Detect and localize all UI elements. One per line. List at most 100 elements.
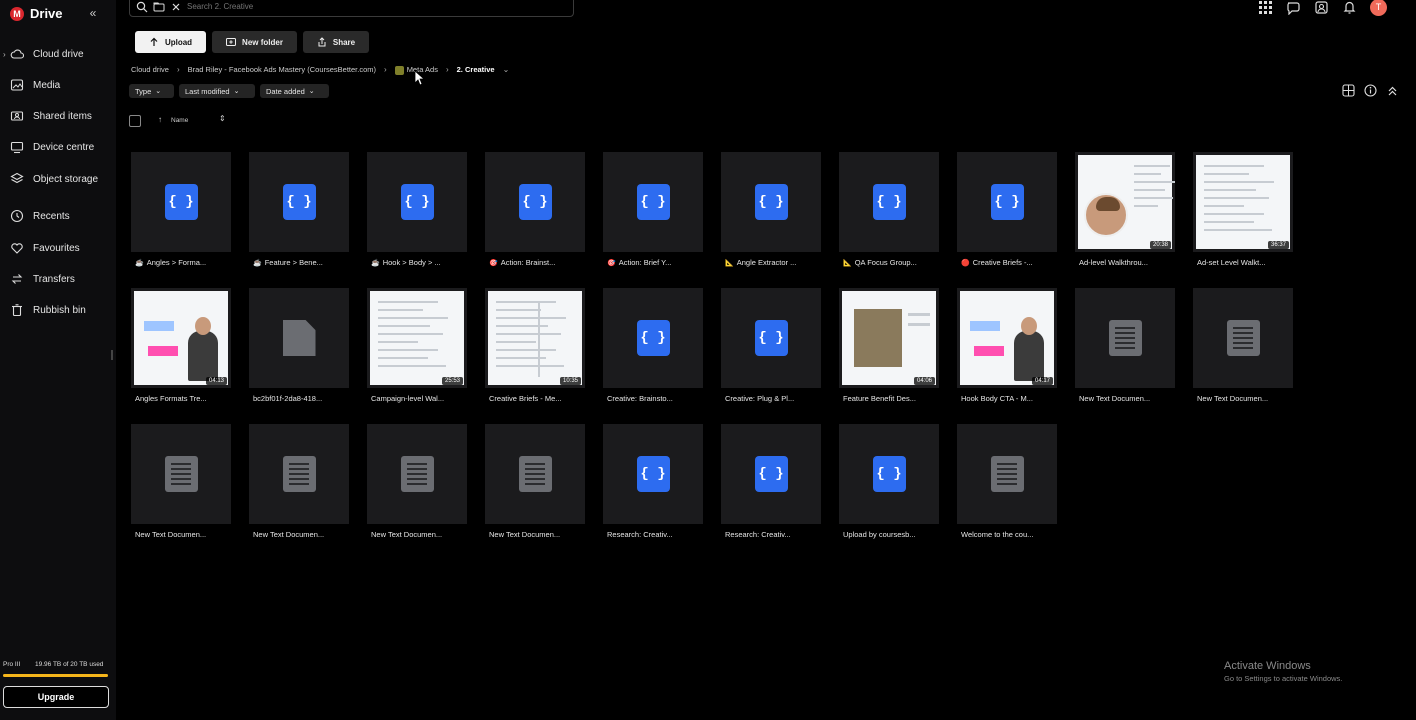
sidebar-item-shared-items[interactable]: Shared items [0,105,116,127]
file-thumbnail[interactable]: 10:35 [485,288,585,388]
file-thumbnail[interactable]: { } [603,424,703,524]
file-thumbnail[interactable]: { } [839,152,939,252]
collapse-sidebar-button[interactable]: « [86,6,100,20]
breadcrumb-cloud-drive[interactable]: Cloud drive [131,65,169,74]
file-thumbnail[interactable]: { } [249,152,349,252]
file-thumbnail[interactable] [131,424,231,524]
sidebar-resize-handle[interactable] [111,350,113,360]
file-thumbnail[interactable] [485,424,585,524]
file-tile[interactable]: { } ☕ Hook > Body > ... [367,152,467,267]
file-tile[interactable]: { } ☕ Angles > Forma... [131,152,231,267]
file-tile[interactable]: New Text Documen... [485,424,585,539]
file-tile[interactable]: { } 🔴 Creative Briefs -... [957,152,1057,267]
file-thumbnail[interactable]: { } [131,152,231,252]
file-tile[interactable]: 04:06 Feature Benefit Des... [839,288,939,403]
file-tile[interactable]: { } 📐 QA Focus Group... [839,152,939,267]
sidebar-item-object-storage[interactable]: Object storage [0,168,116,190]
share-button[interactable]: Share [303,31,369,53]
file-tile[interactable]: { } Creative: Brainsto... [603,288,703,403]
file-thumbnail[interactable]: { } [367,152,467,252]
name-column-header[interactable]: Name [171,117,188,124]
file-thumbnail[interactable] [957,424,1057,524]
file-tile[interactable]: New Text Documen... [249,424,349,539]
filter-last-modified[interactable]: Last modified ⌄ [179,84,255,98]
file-thumbnail[interactable]: { } [603,288,703,388]
new-folder-button[interactable]: New folder [212,31,297,53]
file-tile[interactable]: 36:37 Ad-set Level Walkt... [1193,152,1293,267]
collapse-up-icon[interactable] [1386,84,1399,97]
file-tile[interactable]: 20:38 Ad-level Walkthrou... [1075,152,1175,267]
sidebar-item-cloud-drive[interactable]: › Cloud drive [0,43,116,65]
file-tile[interactable]: New Text Documen... [367,424,467,539]
file-thumbnail[interactable]: { } [839,424,939,524]
chat-icon[interactable] [1286,0,1301,15]
file-tile[interactable]: { } Upload by coursesb... [839,424,939,539]
file-thumbnail[interactable] [249,288,349,388]
search-bar[interactable] [129,0,574,17]
file-thumbnail[interactable]: 25:53 [367,288,467,388]
info-icon[interactable] [1364,84,1377,97]
app-logo[interactable]: M Drive [10,6,63,21]
upgrade-button[interactable]: Upgrade [3,686,109,708]
apps-grid-icon[interactable] [1258,0,1273,15]
file-tile[interactable]: New Text Documen... [1075,288,1175,403]
file-tile[interactable]: { } 🎯 Action: Brainst... [485,152,585,267]
sidebar-item-transfers[interactable]: Transfers [0,268,116,290]
file-thumbnail[interactable]: { } [485,152,585,252]
file-thumbnail[interactable] [367,424,467,524]
file-tile[interactable]: bc2bf01f-2da8-418... [249,288,349,403]
contacts-icon[interactable] [1314,0,1329,15]
file-tile[interactable]: { } Research: Creativ... [603,424,703,539]
file-tile[interactable]: New Text Documen... [1193,288,1293,403]
file-tile[interactable]: 10:35 Creative Briefs - Me... [485,288,585,403]
upload-button[interactable]: Upload [135,31,206,53]
presenter-person [188,317,218,381]
expand-caret-icon[interactable]: › [3,50,6,59]
file-tile[interactable]: { } ☕ Feature > Bene... [249,152,349,267]
notifications-bell-icon[interactable] [1342,0,1357,15]
file-thumbnail[interactable] [1075,288,1175,388]
user-avatar[interactable]: T [1370,0,1387,16]
breadcrumb-course-folder[interactable]: Brad Riley - Facebook Ads Mastery (Cours… [188,65,376,74]
file-thumbnail[interactable]: 04:17 [957,288,1057,388]
file-tile[interactable]: 25:53 Campaign-level Wal... [367,288,467,403]
sidebar-item-rubbish-bin[interactable]: Rubbish bin [0,299,116,321]
file-tile[interactable]: Welcome to the cou... [957,424,1057,539]
presenter-person [1014,317,1044,381]
sort-ascending-icon[interactable]: ↑ [158,115,162,124]
video-duration: 25:53 [441,377,463,385]
file-tile[interactable]: { } 📐 Angle Extractor ... [721,152,821,267]
breadcrumb-current-folder[interactable]: 2. Creative [457,65,495,74]
file-tile[interactable]: { } Creative: Plug & Pl... [721,288,821,403]
folder-filter-icon[interactable] [153,1,165,13]
file-thumbnail[interactable]: { } [603,152,703,252]
search-icon[interactable] [136,1,148,13]
file-tile[interactable]: 04:13 Angles Formats Tre... [131,288,231,403]
sort-toggle-icon[interactable]: ⇕ [219,114,226,123]
file-thumbnail[interactable]: { } [957,152,1057,252]
select-all-checkbox[interactable] [129,115,141,127]
grid-view-icon[interactable] [1342,84,1355,97]
file-tile[interactable]: New Text Documen... [131,424,231,539]
file-thumbnail[interactable]: { } [721,152,821,252]
file-thumbnail[interactable]: 36:37 [1193,152,1293,252]
chevron-down-icon[interactable]: ⌄ [503,65,510,74]
file-thumbnail[interactable]: 20:38 [1075,152,1175,252]
file-tile[interactable]: 04:17 Hook Body CTA - M... [957,288,1057,403]
clear-search-icon[interactable] [170,1,182,13]
file-tile[interactable]: { } 🎯 Action: Brief Y... [603,152,703,267]
sidebar-item-device-centre[interactable]: Device centre [0,136,116,158]
file-thumbnail[interactable] [249,424,349,524]
file-tile[interactable]: { } Research: Creativ... [721,424,821,539]
sidebar-item-favourites[interactable]: Favourites [0,237,116,259]
search-input[interactable] [187,2,573,11]
file-thumbnail[interactable]: 04:13 [131,288,231,388]
file-thumbnail[interactable]: 04:06 [839,288,939,388]
file-thumbnail[interactable]: { } [721,424,821,524]
filter-type[interactable]: Type ⌄ [129,84,174,98]
file-thumbnail[interactable]: { } [721,288,821,388]
sidebar-item-media[interactable]: Media [0,74,116,96]
file-thumbnail[interactable] [1193,288,1293,388]
sidebar-item-recents[interactable]: Recents [0,205,116,227]
filter-date-added[interactable]: Date added ⌄ [260,84,329,98]
